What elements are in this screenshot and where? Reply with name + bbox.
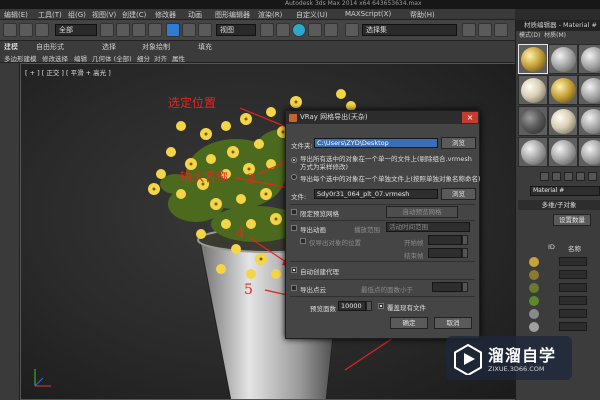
dialog-title: VRay 网格导出(天杂) <box>300 113 368 121</box>
auto-create-proxy-label: 自动创建代理 <box>300 268 339 276</box>
preview-faces-spinner[interactable] <box>366 301 372 311</box>
material-slot[interactable] <box>578 106 600 136</box>
show-map-icon[interactable] <box>588 172 597 181</box>
export-each-file-radio[interactable] <box>291 174 297 180</box>
material-slot[interactable] <box>518 44 548 74</box>
vray-logo-icon <box>289 114 297 122</box>
watermark-url: ZIXUE.3D66.COM <box>488 365 545 373</box>
name-column-header: 名称 <box>568 245 581 253</box>
multi-sub-panel-title: 多维/子对象 <box>518 200 600 210</box>
overwrite-label: 覆盖现有文件 <box>387 304 426 312</box>
menu-mode[interactable]: 模式(D) <box>519 32 540 39</box>
export-all-in-one-label: 导出所有选中的对象在一个单一的文件上(剔除组合.vrmesh 方式为采样修改) <box>300 155 472 171</box>
overwrite-checkbox[interactable] <box>378 303 384 309</box>
separator <box>290 220 475 221</box>
close-icon[interactable]: × <box>462 112 478 123</box>
points-max-label: 最低点的面数小于 <box>361 286 413 294</box>
auto-create-proxy-checkbox[interactable] <box>291 267 297 273</box>
annotation-step-3: 3 <box>246 172 255 188</box>
watermark-brand: 溜溜自学 <box>488 346 557 365</box>
start-frame-spinner[interactable] <box>462 235 468 245</box>
anim-range-label: 播放范围 <box>354 226 380 234</box>
points-max-spinner[interactable] <box>462 282 468 292</box>
file-name-field[interactable]: Sdy0r31_064_plt_07.vrmesh <box>314 189 438 199</box>
preview-faces-label: 预览面数 <box>310 305 336 313</box>
vray-mesh-export-dialog: VRay 网格导出(天杂) × 文件夹: C:\Users\ZYD\Deskto… <box>285 110 481 339</box>
auto-preview-button[interactable]: 自动预览网格 <box>386 206 458 218</box>
export-each-file-label: 导出每个选中的对象在一个单独文件上(按照单独对象名称命名) <box>300 175 481 183</box>
limit-preview-checkbox[interactable] <box>291 209 297 215</box>
sub-material-row[interactable] <box>529 321 599 332</box>
export-points-checkbox[interactable] <box>291 285 297 291</box>
sub-material-row[interactable] <box>529 282 599 293</box>
end-frame-field[interactable] <box>428 248 462 258</box>
material-editor-menu: 模式(D) 材质(M) <box>516 31 600 41</box>
annotation-step-5: 5 <box>244 282 253 298</box>
file-label: 文件: <box>291 193 307 201</box>
material-name-field[interactable]: Material # <box>530 186 600 196</box>
set-count-button[interactable]: 设置数量 <box>553 214 591 226</box>
material-slot[interactable] <box>578 44 600 74</box>
anim-range-select[interactable]: 活动时间范围 <box>386 222 470 232</box>
watermark: 溜溜自学 ZIXUE.3D66.COM <box>446 336 572 380</box>
dialog-title-bar: VRay 网格导出(天杂) × <box>286 111 479 124</box>
menu-material[interactable]: 材质(M) <box>544 32 566 39</box>
file-browse-button[interactable]: 浏览 <box>441 188 476 200</box>
annotation-select-location: 选定位置 <box>168 96 217 110</box>
material-slot[interactable] <box>578 75 600 105</box>
separator <box>290 204 475 205</box>
limit-preview-label: 限定预览网格 <box>300 210 339 218</box>
separator <box>290 279 475 280</box>
use-prev-pos-label: 仅导出对象的位置 <box>309 239 361 247</box>
folder-path-field[interactable]: C:\Users\ZYD\Desktop <box>314 138 438 148</box>
folder-label: 文件夹: <box>291 142 313 150</box>
material-slot[interactable] <box>548 106 578 136</box>
export-points-label: 导出点云 <box>300 286 326 294</box>
assign-material-icon[interactable] <box>552 172 561 181</box>
separator <box>290 296 475 297</box>
cancel-button[interactable]: 取消 <box>434 317 472 329</box>
end-frame-spinner[interactable] <box>462 248 468 258</box>
material-slot[interactable] <box>548 75 578 105</box>
sub-material-row[interactable] <box>529 256 599 267</box>
material-slot[interactable] <box>578 137 600 167</box>
folder-browse-button[interactable]: 浏览 <box>441 137 476 149</box>
sub-material-row[interactable] <box>529 269 599 280</box>
id-column-header: ID <box>548 243 555 251</box>
copy-material-icon[interactable] <box>576 172 585 181</box>
export-all-in-one-radio[interactable] <box>291 157 297 163</box>
get-material-icon[interactable] <box>540 172 549 181</box>
sub-material-row[interactable] <box>529 308 599 319</box>
export-animation-label: 导出动画 <box>300 226 326 234</box>
annotation-step-4: 4 <box>236 226 245 242</box>
ok-button[interactable]: 确定 <box>390 317 428 329</box>
start-frame-label: 开始帧 <box>404 239 424 247</box>
points-max-field[interactable] <box>432 282 462 292</box>
material-slot[interactable] <box>518 137 548 167</box>
material-slot[interactable] <box>518 106 548 136</box>
material-slot[interactable] <box>548 137 578 167</box>
start-frame-field[interactable] <box>428 235 462 245</box>
export-animation-checkbox[interactable] <box>291 225 297 231</box>
sub-material-row[interactable] <box>529 295 599 306</box>
material-slot[interactable] <box>548 44 578 74</box>
material-editor-title: 材质编辑器 - Material # <box>516 20 600 31</box>
end-frame-label: 结束帧 <box>404 252 424 260</box>
use-prev-pos-checkbox[interactable] <box>300 238 306 244</box>
reset-material-icon[interactable] <box>564 172 573 181</box>
preview-faces-field[interactable]: 10000 <box>338 301 366 311</box>
play-logo-icon <box>454 343 482 375</box>
annotation-enter-name: 输入名称 <box>180 170 229 184</box>
material-slot[interactable] <box>518 75 548 105</box>
separator <box>290 261 475 262</box>
